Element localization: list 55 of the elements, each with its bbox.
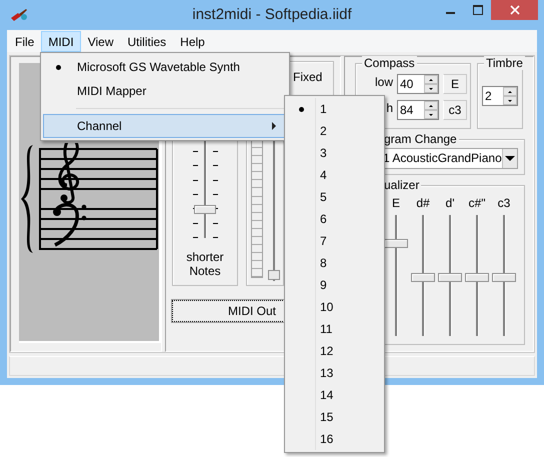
equalizer-slider-track[interactable]: [492, 215, 516, 336]
note-value: c3: [443, 100, 467, 120]
group-label: Compass: [362, 56, 417, 70]
close-icon: [510, 5, 520, 15]
slider-thumb[interactable]: [411, 272, 435, 282]
slider-thumb[interactable]: [384, 238, 408, 248]
slider-thumb[interactable]: [438, 272, 462, 282]
band-label: c#": [468, 196, 486, 210]
equalizer-slider-track[interactable]: [438, 215, 462, 336]
menu-option[interactable]: 13: [287, 362, 382, 384]
midi-out-button[interactable]: MIDI Out: [172, 300, 285, 322]
band-label: c3: [498, 196, 510, 210]
menu-item[interactable]: Help: [173, 30, 212, 52]
slider-thumb[interactable]: [268, 270, 280, 280]
menu-option[interactable]: 16: [287, 428, 382, 450]
menu-option[interactable]: 12: [287, 340, 382, 362]
equalizer-slider-track[interactable]: [384, 215, 408, 336]
slider-thumb[interactable]: [194, 205, 216, 214]
submenu-arrow-icon: [272, 122, 276, 130]
menu-option[interactable]: 11: [287, 318, 382, 340]
equalizer-slider-track[interactable]: [411, 215, 435, 336]
submenu-item[interactable]: Channel: [43, 114, 287, 138]
menu-option[interactable]: 2: [287, 120, 382, 142]
field-label: h: [385, 100, 393, 115]
slider-thumb[interactable]: [465, 272, 489, 282]
menu-option[interactable]: 5: [287, 186, 382, 208]
field-label: low: [374, 74, 393, 89]
slider-caption: shorter Notes: [185, 250, 225, 278]
group-label: ualizer: [382, 178, 422, 192]
menu-option[interactable]: MIDI Mapper: [43, 79, 287, 103]
mode-option[interactable]: Fixed: [293, 70, 322, 84]
equalizer-slider-track[interactable]: [465, 215, 489, 336]
menu-option[interactable]: Microsoft GS Wavetable Synth: [43, 55, 287, 79]
slider-thumb[interactable]: [492, 272, 516, 282]
menu-item[interactable]: File: [8, 30, 42, 52]
menu-option[interactable]: 1: [287, 98, 382, 120]
menu-option[interactable]: 10: [287, 296, 382, 318]
menu-option[interactable]: 14: [287, 384, 382, 406]
menu-option[interactable]: 7: [287, 230, 382, 252]
band-label: d#: [416, 196, 430, 210]
menu-item[interactable]: Utilities: [120, 30, 174, 52]
window-title: inst2midi - Softpedia.iidf: [191, 6, 353, 23]
note-value: E: [443, 74, 467, 94]
menu-option[interactable]: 9: [287, 274, 382, 296]
group-label: gram Change: [382, 132, 459, 146]
meter-slider-track[interactable]: [268, 141, 279, 281]
menu-option[interactable]: 15: [287, 406, 382, 428]
band-label: d': [446, 196, 454, 210]
close-button[interactable]: [491, 0, 538, 20]
menu-item[interactable]: View: [80, 30, 120, 52]
menu-option[interactable]: 6: [287, 208, 382, 230]
group-label: Timbre: [484, 56, 525, 70]
menu-item[interactable]: MIDI: [41, 30, 81, 52]
band-label: E: [392, 196, 400, 210]
menu-option[interactable]: 8: [287, 252, 382, 274]
